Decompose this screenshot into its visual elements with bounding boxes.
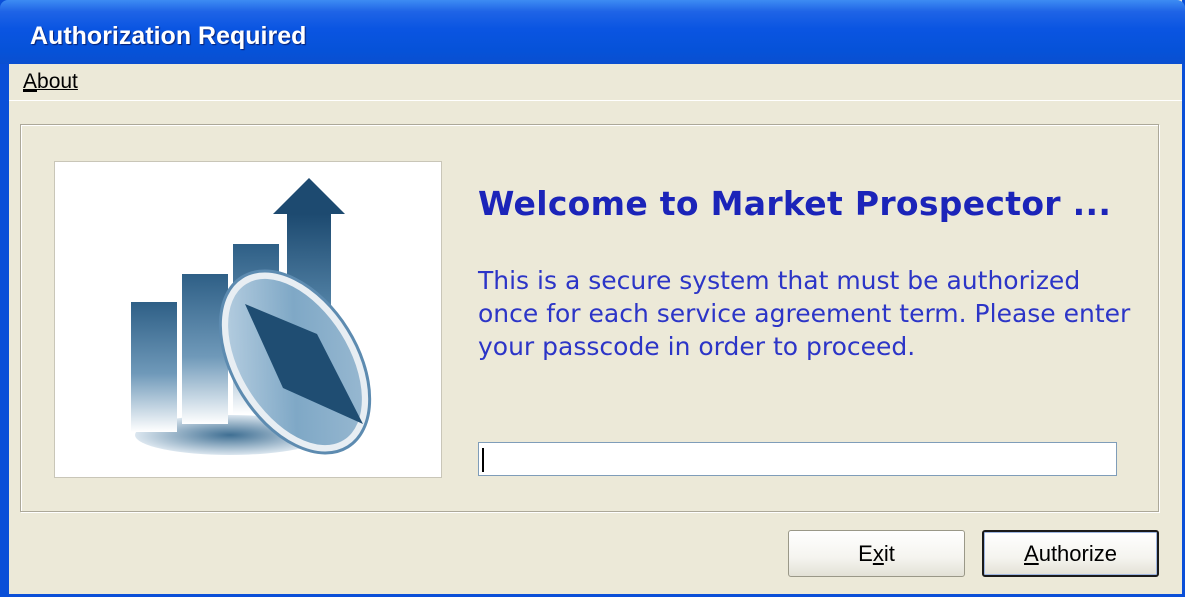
exit-label-post: it [883, 540, 895, 566]
description-text: This is a secure system that must be aut… [478, 266, 1131, 361]
exit-label-mnemonic: x [872, 540, 884, 566]
welcome-heading: Welcome to Market Prospector ... [478, 184, 1112, 223]
authorize-button[interactable]: Authorize [982, 530, 1159, 577]
menu-bar: About [9, 64, 1182, 101]
market-prospector-logo-icon [54, 161, 442, 478]
passcode-input[interactable] [478, 442, 1117, 476]
text-caret [482, 448, 484, 472]
exit-button[interactable]: Ex it [788, 530, 965, 577]
menu-about[interactable]: About [23, 70, 78, 94]
window-title: Authorization Required [30, 22, 307, 50]
authorize-label-post: uthorize [1038, 540, 1117, 566]
exit-label-pre: E [858, 540, 873, 566]
authorize-label-mnemonic: A [1024, 540, 1039, 566]
title-bar[interactable]: Authorization Required [0, 0, 1185, 64]
